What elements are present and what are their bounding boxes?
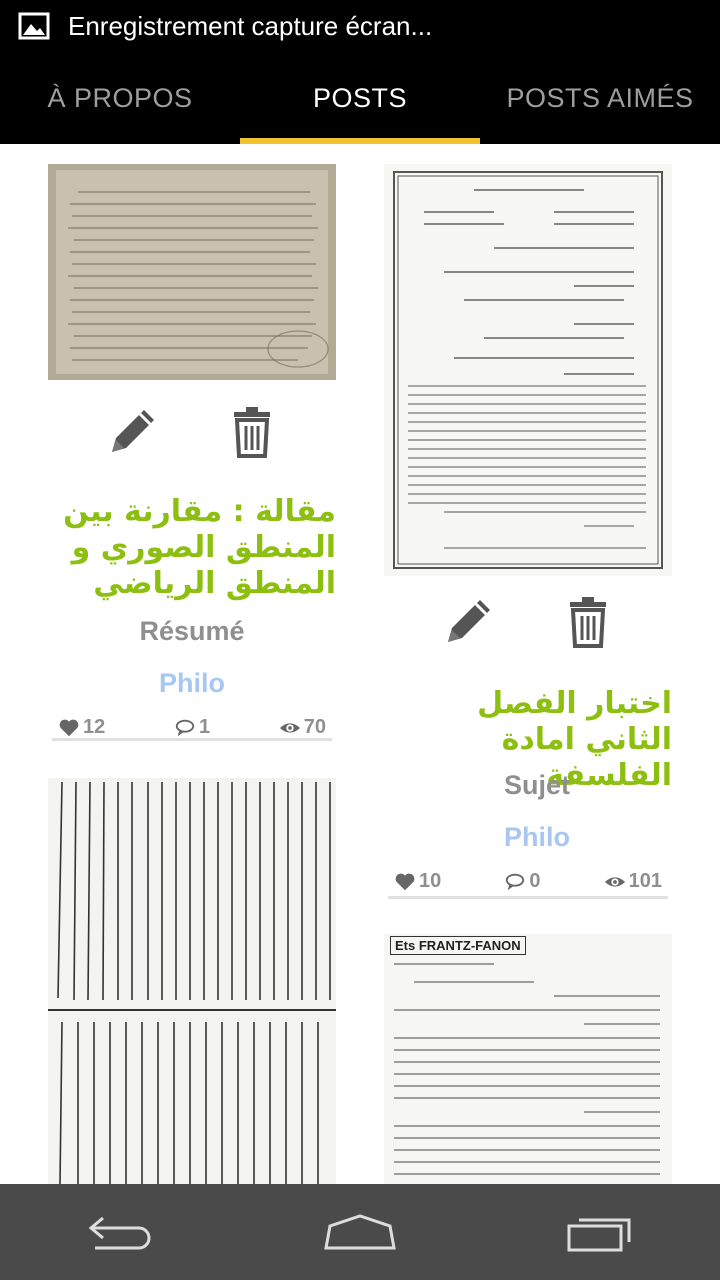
post-title[interactable]: مقالة : مقارنة بين المنطق الصوري و المنط…: [48, 494, 336, 602]
post-card[interactable]: مقالة : مقارنة بين المنطق الصوري و المنط…: [48, 164, 336, 744]
back-icon: [88, 1216, 151, 1250]
pencil-icon[interactable]: [104, 404, 160, 460]
views-count: 70: [303, 716, 326, 738]
back-button[interactable]: [70, 1202, 170, 1262]
tab-posts-aimes[interactable]: POSTS AIMÉS: [480, 52, 720, 144]
card-divider: [52, 738, 332, 741]
image-icon: [18, 12, 50, 40]
post-stats: 12 1 70: [58, 716, 326, 739]
trash-icon[interactable]: [560, 594, 616, 650]
notification-text: Enregistrement capture écran...: [68, 10, 433, 41]
post-type: Résumé: [139, 616, 245, 646]
views-count: 101: [628, 870, 662, 892]
post-thumbnail[interactable]: [48, 778, 336, 1184]
card-divider: [388, 896, 668, 899]
post-card[interactable]: Ets FRANTZ-FANON: [384, 934, 672, 1184]
post-type: Sujet: [503, 770, 570, 800]
home-button[interactable]: [310, 1202, 410, 1262]
post-card[interactable]: اختبار الفصل الثاني امادة الفلسفة Sujet …: [384, 164, 672, 900]
recents-button[interactable]: [550, 1202, 650, 1262]
tab-a-propos[interactable]: À PROPOS: [0, 52, 240, 144]
post-category: Philo: [504, 822, 570, 852]
heart-icon: [395, 873, 415, 890]
status-bar: Enregistrement capture écran...: [0, 0, 720, 52]
comments-stat: 0: [504, 870, 541, 893]
tab-posts[interactable]: POSTS: [240, 52, 480, 144]
views-stat: 101: [604, 870, 662, 893]
likes-count: 10: [419, 870, 442, 892]
recents-icon: [567, 1218, 631, 1252]
trash-icon[interactable]: [224, 404, 280, 460]
post-category: Philo: [159, 668, 225, 698]
likes-stat: 10: [394, 870, 441, 893]
comment-icon: [175, 719, 195, 736]
post-actions: [440, 594, 616, 650]
views-stat: 70: [279, 716, 326, 739]
home-icon: [324, 1214, 396, 1250]
post-thumbnail[interactable]: [48, 164, 336, 380]
comments-count: 0: [529, 870, 541, 892]
posts-grid: مقالة : مقارنة بين المنطق الصوري و المنط…: [0, 144, 720, 1184]
comments-count: 1: [198, 716, 211, 738]
pencil-icon[interactable]: [440, 594, 496, 650]
post-actions: [104, 404, 280, 460]
post-thumbnail[interactable]: Ets FRANTZ-FANON: [384, 934, 672, 1184]
comment-icon: [506, 873, 525, 890]
tab-bar: À PROPOS POSTS POSTS AIMÉS: [0, 52, 720, 144]
comments-stat: 1: [174, 716, 210, 739]
navigation-bar: [0, 1184, 720, 1280]
post-thumbnail[interactable]: [384, 164, 672, 576]
likes-count: 12: [83, 716, 106, 738]
eye-icon: [604, 876, 625, 887]
post-card[interactable]: [48, 778, 336, 1184]
post-stats: 10 0 101: [394, 870, 662, 893]
eye-icon: [279, 722, 300, 733]
heart-icon: [59, 719, 79, 736]
likes-stat: 12: [58, 716, 105, 739]
